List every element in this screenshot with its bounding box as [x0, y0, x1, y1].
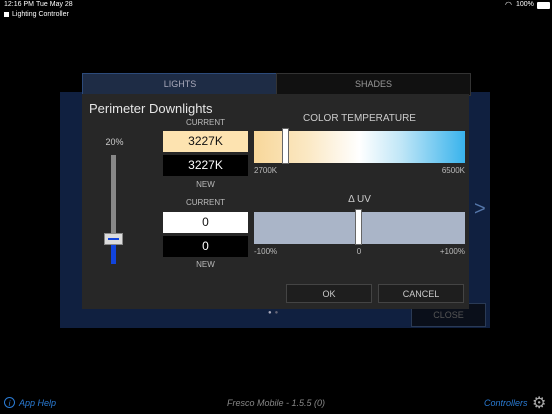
- controllers-link[interactable]: Controllers: [484, 398, 528, 408]
- page-dot-active: ●: [268, 310, 275, 316]
- battery-percent: 100%: [516, 1, 534, 8]
- current-uv-value: 0: [163, 212, 248, 233]
- uv-min-label: -100%: [254, 247, 278, 256]
- delta-uv-handle[interactable]: [355, 209, 362, 245]
- tab-shades[interactable]: SHADES: [276, 73, 471, 96]
- level-slider-thumb[interactable]: [104, 233, 123, 245]
- temp-min-label: 2700K: [254, 166, 278, 175]
- tab-lights[interactable]: LIGHTS: [82, 73, 278, 95]
- cancel-button[interactable]: CANCEL: [378, 284, 464, 303]
- uv-mid-label: 0: [356, 247, 362, 256]
- page-indicator: ●●: [268, 310, 281, 316]
- uv-max-label: +100%: [439, 247, 465, 256]
- wifi-icon: ◠: [505, 0, 512, 9]
- battery-icon: [537, 2, 550, 9]
- status-bar: 12:16 PM Tue May 28 ◠ 100%: [0, 0, 552, 10]
- version-text: Fresco Mobile - 1.5.5 (0): [226, 398, 326, 408]
- temp-max-label: 6500K: [441, 166, 465, 175]
- app-help-link[interactable]: App Help: [19, 398, 56, 408]
- current-uv-label: CURRENT: [185, 198, 226, 207]
- status-date: Tue May 28: [36, 1, 73, 8]
- info-icon[interactable]: i: [4, 397, 15, 408]
- status-time: 12:16 PM: [4, 1, 34, 8]
- new-temp-value[interactable]: 3227K: [163, 155, 248, 176]
- level-slider-track[interactable]: [111, 155, 116, 235]
- chevron-right-icon[interactable]: >: [474, 198, 486, 221]
- color-temperature-handle[interactable]: [282, 128, 289, 164]
- dialog-title: Perimeter Downlights: [89, 101, 213, 116]
- delta-uv-label: Δ UV: [348, 194, 371, 205]
- new-uv-value[interactable]: 0: [163, 236, 248, 257]
- gear-icon[interactable]: ⚙: [532, 393, 546, 413]
- new-uv-label: NEW: [196, 260, 215, 269]
- app-title: Lighting Controller: [4, 11, 69, 18]
- app-icon: [4, 11, 9, 17]
- color-temperature-label: COLOR TEMPERATURE: [303, 113, 416, 124]
- app-title-text: Lighting Controller: [12, 11, 69, 18]
- current-temp-value: 3227K: [163, 131, 248, 152]
- ok-button[interactable]: OK: [286, 284, 372, 303]
- page-dot: ●: [274, 310, 282, 316]
- level-label: 20%: [105, 137, 124, 147]
- current-temp-label: CURRENT: [185, 118, 226, 127]
- slider-thumb-grip: [108, 238, 119, 240]
- new-temp-label: NEW: [196, 180, 215, 189]
